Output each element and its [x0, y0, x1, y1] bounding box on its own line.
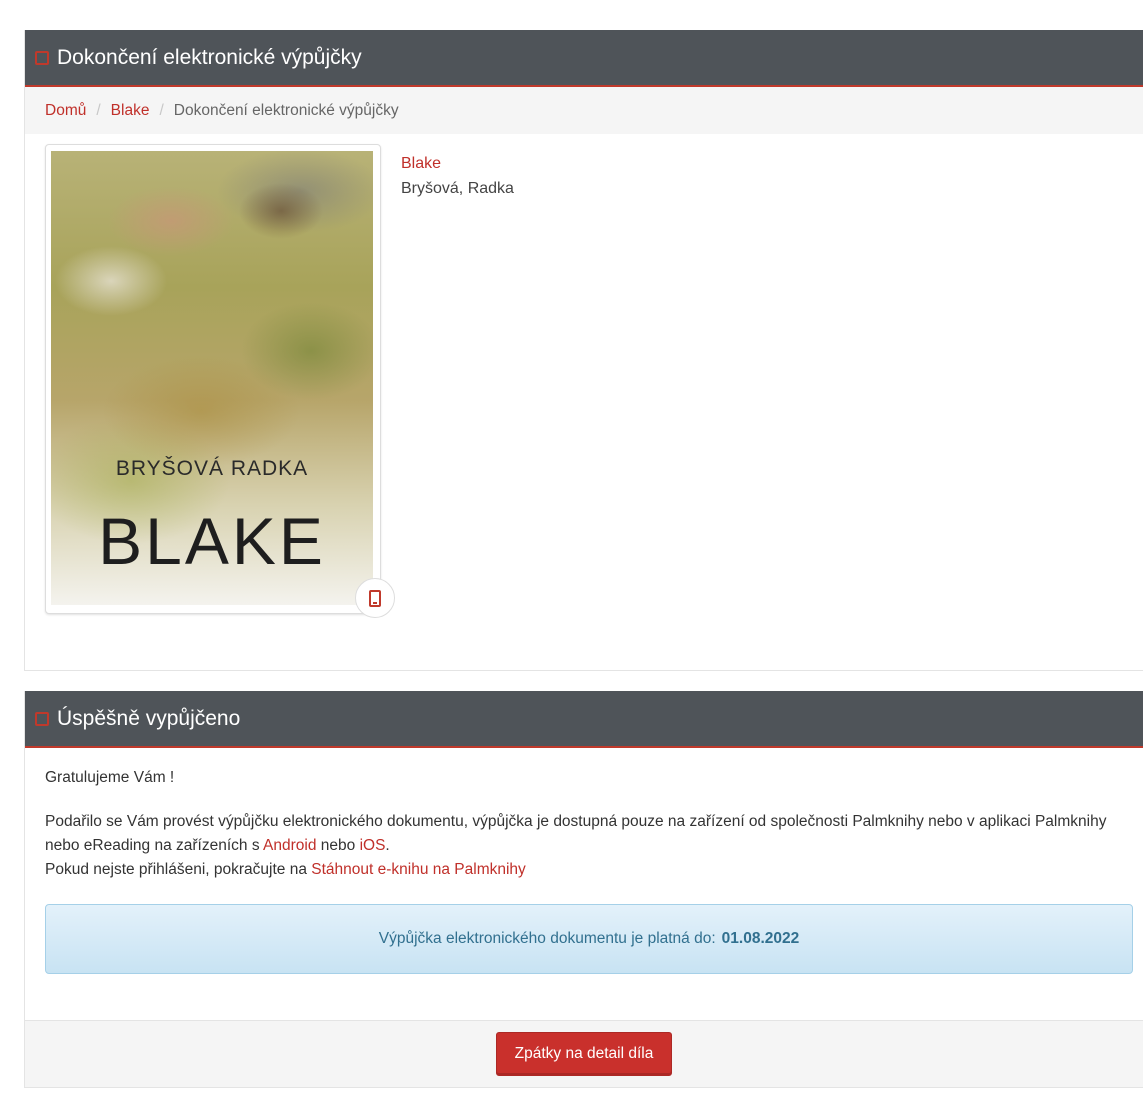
square-icon — [35, 711, 49, 726]
cover-title-text: BLAKE — [98, 504, 326, 578]
breadcrumb-book-link[interactable]: Blake — [111, 102, 150, 120]
book-info: BRYŠOVÁ RADKA BLAKE Blake Bryšová, Radka — [25, 134, 1143, 670]
success-message: Gratulujeme Vám ! Podařilo se Vám provés… — [25, 748, 1143, 882]
ebook-format-badge — [355, 578, 395, 618]
info-paragraph: Podařilo se Vám provést výpůjčku elektro… — [45, 810, 1123, 858]
ios-link[interactable]: iOS — [360, 837, 386, 854]
tablet-icon — [369, 589, 381, 607]
page: Dokončení elektronické výpůjčky Domů / B… — [24, 30, 1143, 1088]
panel-title: Dokončení elektronické výpůjčky — [57, 45, 362, 69]
login-text: Pokud nejste přihlášeni, pokračujte na — [45, 861, 312, 878]
info-text: . — [385, 837, 390, 854]
breadcrumb-separator: / — [159, 101, 164, 119]
login-paragraph: Pokud nejste přihlášeni, pokračujte na S… — [45, 858, 1123, 882]
info-text: Podařilo se Vám provést výpůjčku elektro… — [45, 813, 1107, 854]
greeting-text: Gratulujeme Vám ! — [45, 769, 175, 786]
breadcrumb-separator: / — [96, 101, 101, 119]
panel-footer: Zpátky na detail díla — [25, 1020, 1143, 1087]
info-text: nebo — [316, 837, 360, 854]
cover-author-text: BRYŠOVÁ RADKA — [115, 457, 309, 480]
book-author: Bryšová, Radka — [401, 180, 514, 197]
loan-completion-panel: Dokončení elektronické výpůjčky Domů / B… — [24, 30, 1143, 671]
book-title-link[interactable]: Blake — [401, 151, 514, 176]
validity-label: Výpůjčka elektronického dokumentu je pla… — [378, 930, 716, 947]
download-ebook-link[interactable]: Stáhnout e-knihu na Palmknihy — [311, 861, 526, 878]
panel-header: Dokončení elektronické výpůjčky — [25, 30, 1143, 87]
validity-date: 01.08.2022 — [721, 930, 800, 947]
breadcrumb: Domů / Blake / Dokončení elektronické vý… — [25, 87, 1143, 134]
panel-title: Úspěšně vypůjčeno — [57, 706, 241, 730]
validity-alert: Výpůjčka elektronického dokumentu je pla… — [45, 904, 1133, 974]
panel-header: Úspěšně vypůjčeno — [25, 691, 1143, 748]
android-link[interactable]: Android — [263, 837, 316, 854]
book-cover-frame[interactable]: BRYŠOVÁ RADKA BLAKE — [45, 144, 381, 614]
back-to-detail-button[interactable]: Zpátky na detail díla — [495, 1032, 673, 1076]
book-cover-image: BRYŠOVÁ RADKA BLAKE — [51, 151, 373, 605]
success-panel: Úspěšně vypůjčeno Gratulujeme Vám ! Poda… — [24, 691, 1143, 1088]
breadcrumb-current: Dokončení elektronické výpůjčky — [173, 101, 399, 119]
breadcrumb-home-link[interactable]: Domů — [45, 102, 86, 120]
square-icon — [35, 50, 49, 65]
book-meta: Blake Bryšová, Radka — [401, 151, 514, 201]
